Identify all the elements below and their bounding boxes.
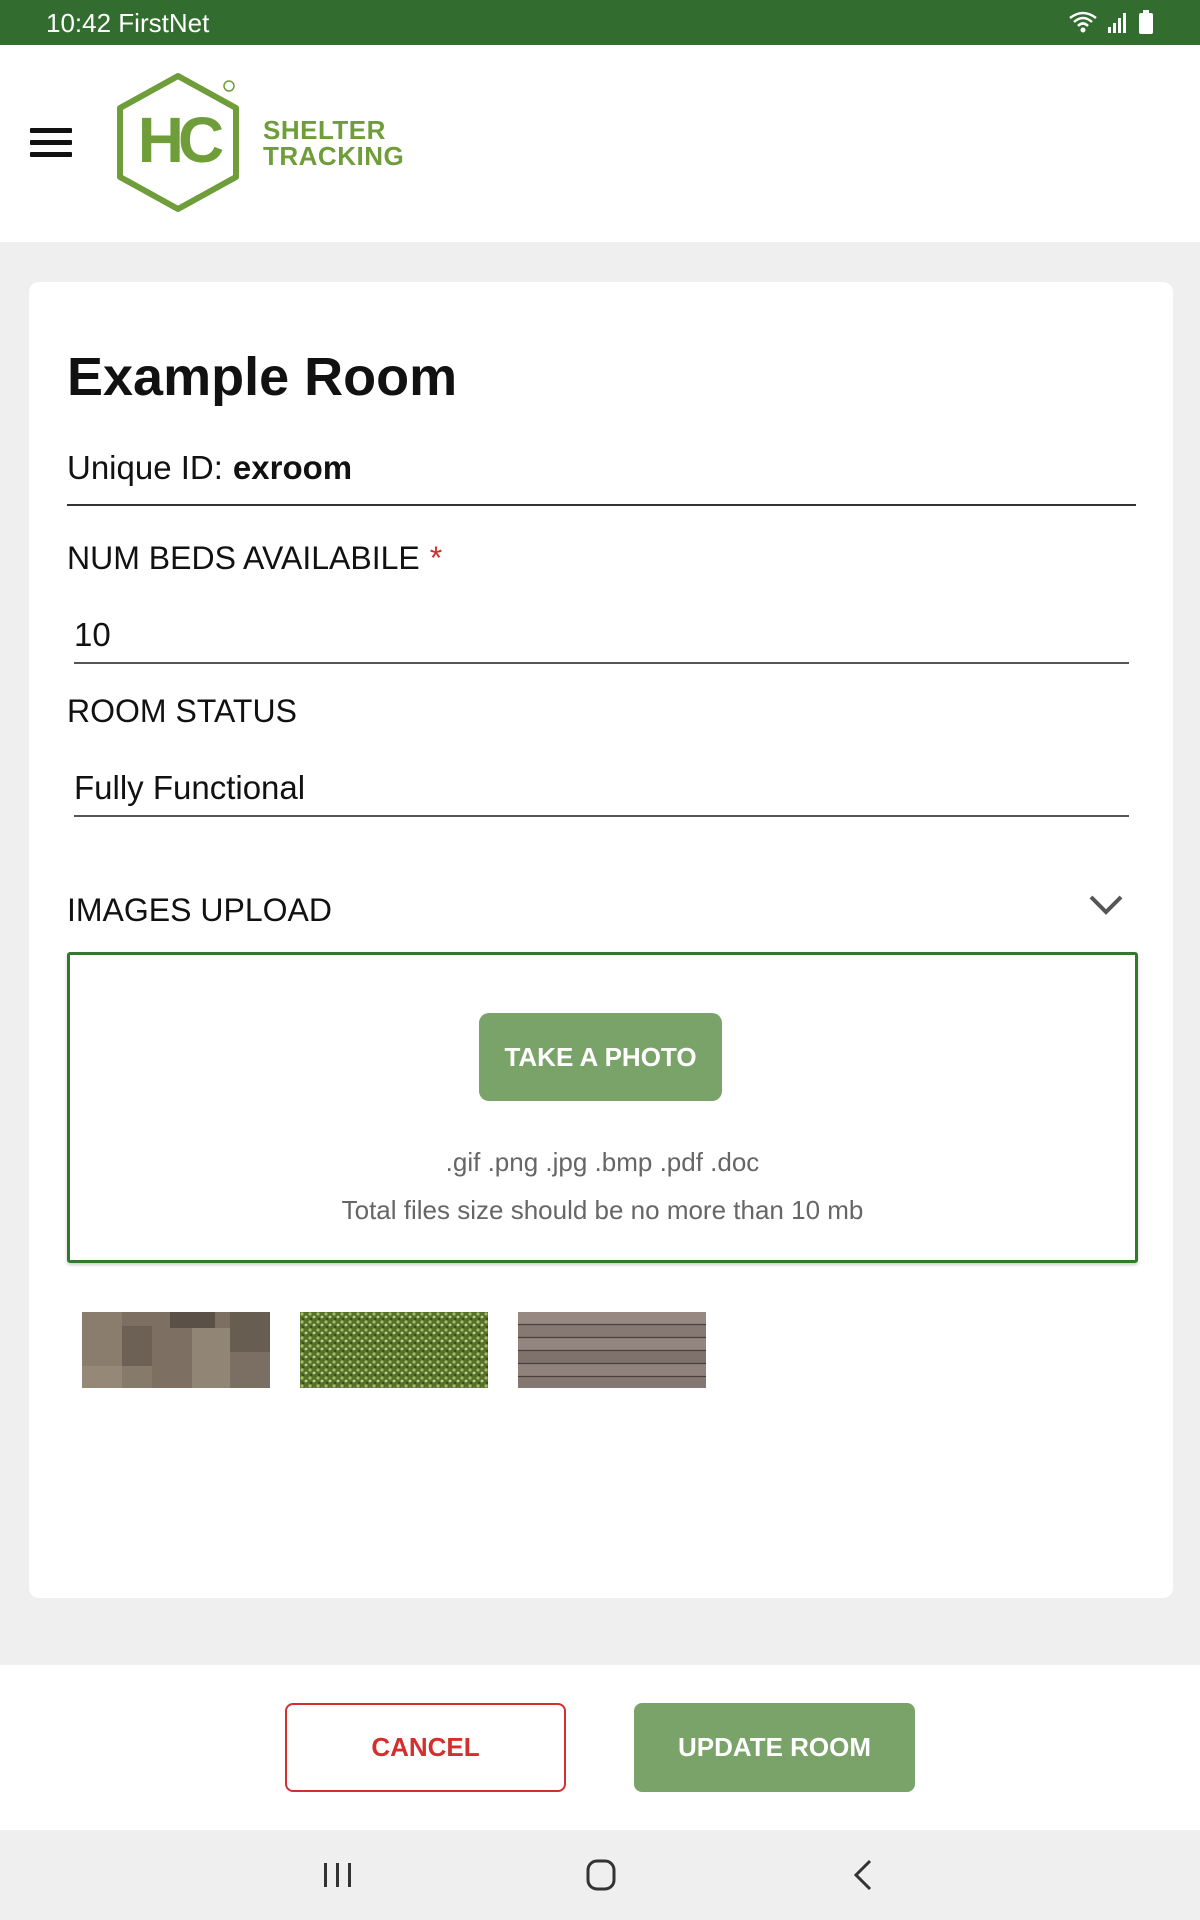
logo-icon[interactable]: HC (108, 70, 248, 215)
thumbnail-carpet-image[interactable] (82, 1312, 270, 1388)
beds-available-input[interactable]: 10 (74, 610, 1129, 664)
beds-available-value: 10 (74, 616, 111, 653)
page-title: Example Room (67, 347, 458, 407)
thumbnail-grass-image[interactable] (300, 1312, 488, 1388)
room-status-select[interactable]: Fully Functional (74, 763, 1129, 817)
hamburger-menu-icon[interactable] (30, 128, 72, 158)
room-status-label: ROOM STATUS (67, 693, 297, 729)
images-upload-label: IMAGES UPLOAD (67, 892, 332, 928)
recent-apps-icon[interactable] (316, 1855, 360, 1895)
required-mark: * (429, 540, 443, 576)
cancel-button[interactable]: CANCEL (285, 1703, 566, 1792)
brand-line-1: SHELTER (263, 115, 386, 145)
logo-text: HC (138, 104, 223, 176)
battery-icon (1139, 10, 1153, 34)
thumbnail-wood-deck-image[interactable] (518, 1312, 706, 1388)
take-photo-button[interactable]: TAKE A PHOTO (479, 1013, 722, 1101)
status-bar: 10:42 FirstNet (0, 0, 1200, 45)
beds-label-text: NUM BEDS AVAILABILE (67, 540, 420, 576)
update-room-button[interactable]: UPDATE ROOM (634, 1703, 915, 1792)
status-icons (1068, 10, 1154, 34)
chevron-down-icon[interactable] (1087, 892, 1125, 918)
system-navigation-bar (0, 1830, 1200, 1920)
brand-name: SHELTER TRACKING (263, 117, 404, 169)
file-size-hint: Total files size should be no more than … (341, 1195, 864, 1225)
upload-dropzone[interactable]: TAKE A PHOTO .gif .png .jpg .bmp .pdf .d… (67, 952, 1138, 1263)
status-time: 10:42 FirstNet (46, 8, 210, 38)
unique-id-label: Unique ID: (67, 449, 223, 486)
signal-icon (1108, 13, 1126, 33)
unique-id-row: Unique ID: exroom (67, 449, 1136, 506)
room-status-value: Fully Functional (74, 769, 306, 806)
unique-id-value: exroom (232, 449, 353, 486)
action-bar: CANCEL UPDATE ROOM (0, 1665, 1200, 1830)
room-card: Example Room Unique ID: exroom NUM BEDS A… (29, 282, 1173, 1598)
back-icon[interactable] (842, 1855, 886, 1895)
brand-line-2: TRACKING (263, 141, 405, 171)
beds-label: NUM BEDS AVAILABILE * (67, 540, 442, 577)
wifi-icon (1069, 11, 1097, 33)
app-header: HC SHELTER TRACKING (0, 45, 1200, 242)
home-icon[interactable] (579, 1855, 623, 1895)
file-types-hint: .gif .png .jpg .bmp .pdf .doc (445, 1147, 760, 1177)
